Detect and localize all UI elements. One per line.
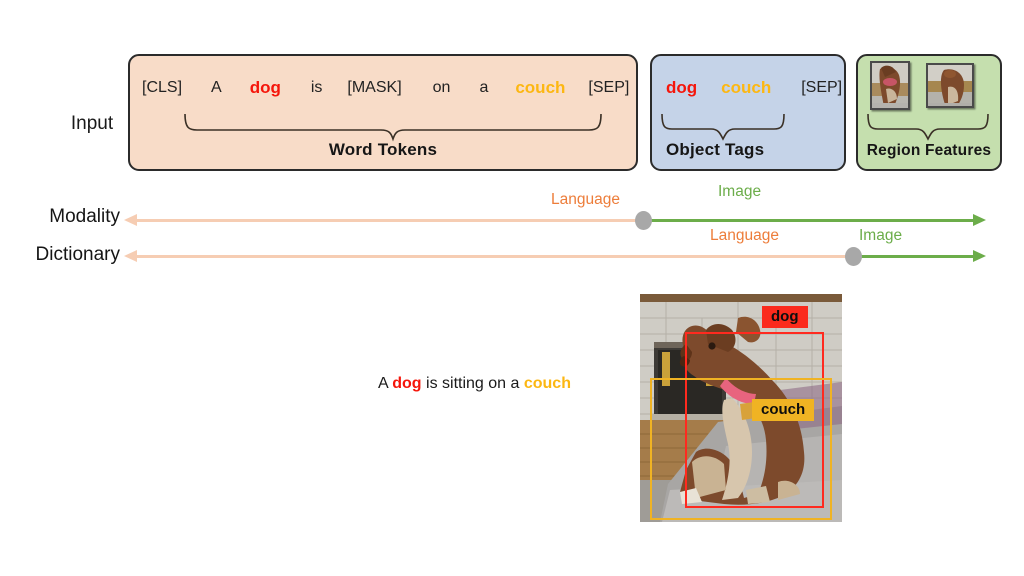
bounding-box-label-couch: couch — [752, 399, 815, 422]
dictionary-axis: Language Image — [124, 227, 986, 266]
caption-dog: dog — [392, 375, 422, 392]
token-a1: A — [211, 79, 222, 96]
modality-language-tag: Language — [551, 191, 620, 208]
object-tag-sep: [SEP] — [801, 79, 843, 96]
token-sep: [SEP] — [588, 79, 630, 96]
modality-axis-label: Modality — [49, 206, 120, 227]
token-is: is — [310, 79, 323, 96]
caption-middle: is sitting on a — [421, 375, 524, 392]
token-on: on — [432, 79, 451, 96]
caption-prefix: A — [378, 375, 393, 392]
dictionary-image-tag: Image — [859, 227, 903, 244]
dictionary-left-arrow-icon — [124, 250, 137, 262]
dictionary-language-tag: Language — [710, 227, 779, 244]
word-tokens-brace — [184, 113, 602, 142]
region-features-brace — [867, 113, 989, 141]
token-a2: a — [479, 79, 489, 96]
modality-left-arrow-icon — [124, 214, 137, 226]
annotated-photo: dog couch — [640, 294, 842, 522]
modality-image-segment — [644, 219, 973, 222]
dictionary-right-arrow-icon — [973, 250, 986, 262]
token-cls: [CLS] — [142, 79, 183, 96]
object-tags-row: dog couch [SEP] — [652, 56, 844, 120]
modality-right-arrow-icon — [973, 214, 986, 226]
word-tokens-group-label: Word Tokens — [328, 140, 438, 159]
dictionary-split-knob[interactable] — [845, 247, 862, 266]
caption-couch: couch — [523, 375, 571, 392]
dictionary-image-segment — [854, 255, 973, 258]
token-dog: dog — [249, 78, 281, 97]
bounding-box-label-dog: dog — [762, 306, 808, 329]
dictionary-language-segment — [137, 255, 854, 258]
object-tags-panel: dog couch [SEP] Object Tags — [650, 54, 846, 171]
token-couch: couch — [515, 78, 566, 97]
object-tag-dog: dog — [666, 78, 698, 97]
token-mask: [MASK] — [347, 79, 402, 96]
word-tokens-panel: [CLS] A dog is [MASK] on a couch [SEP] W… — [128, 54, 638, 171]
modality-axis: Language Image — [124, 183, 986, 230]
region-thumbnail-dog-body-icon — [926, 63, 974, 108]
region-features-group-label: Region Features — [866, 142, 992, 159]
example-caption: A dog is sitting on a couch — [378, 375, 571, 393]
dictionary-axis-label: Dictionary — [35, 244, 120, 265]
input-label: Input — [70, 113, 114, 134]
modality-image-tag: Image — [718, 183, 762, 200]
modality-language-segment — [137, 219, 644, 222]
object-tags-group-label: Object Tags — [666, 140, 765, 159]
word-tokens-row: [CLS] A dog is [MASK] on a couch [SEP] — [130, 56, 636, 120]
region-thumbnail-dog-head-icon — [870, 61, 910, 110]
object-tags-brace — [661, 113, 785, 141]
modality-split-knob[interactable] — [635, 211, 652, 230]
object-tag-couch: couch — [721, 78, 772, 97]
